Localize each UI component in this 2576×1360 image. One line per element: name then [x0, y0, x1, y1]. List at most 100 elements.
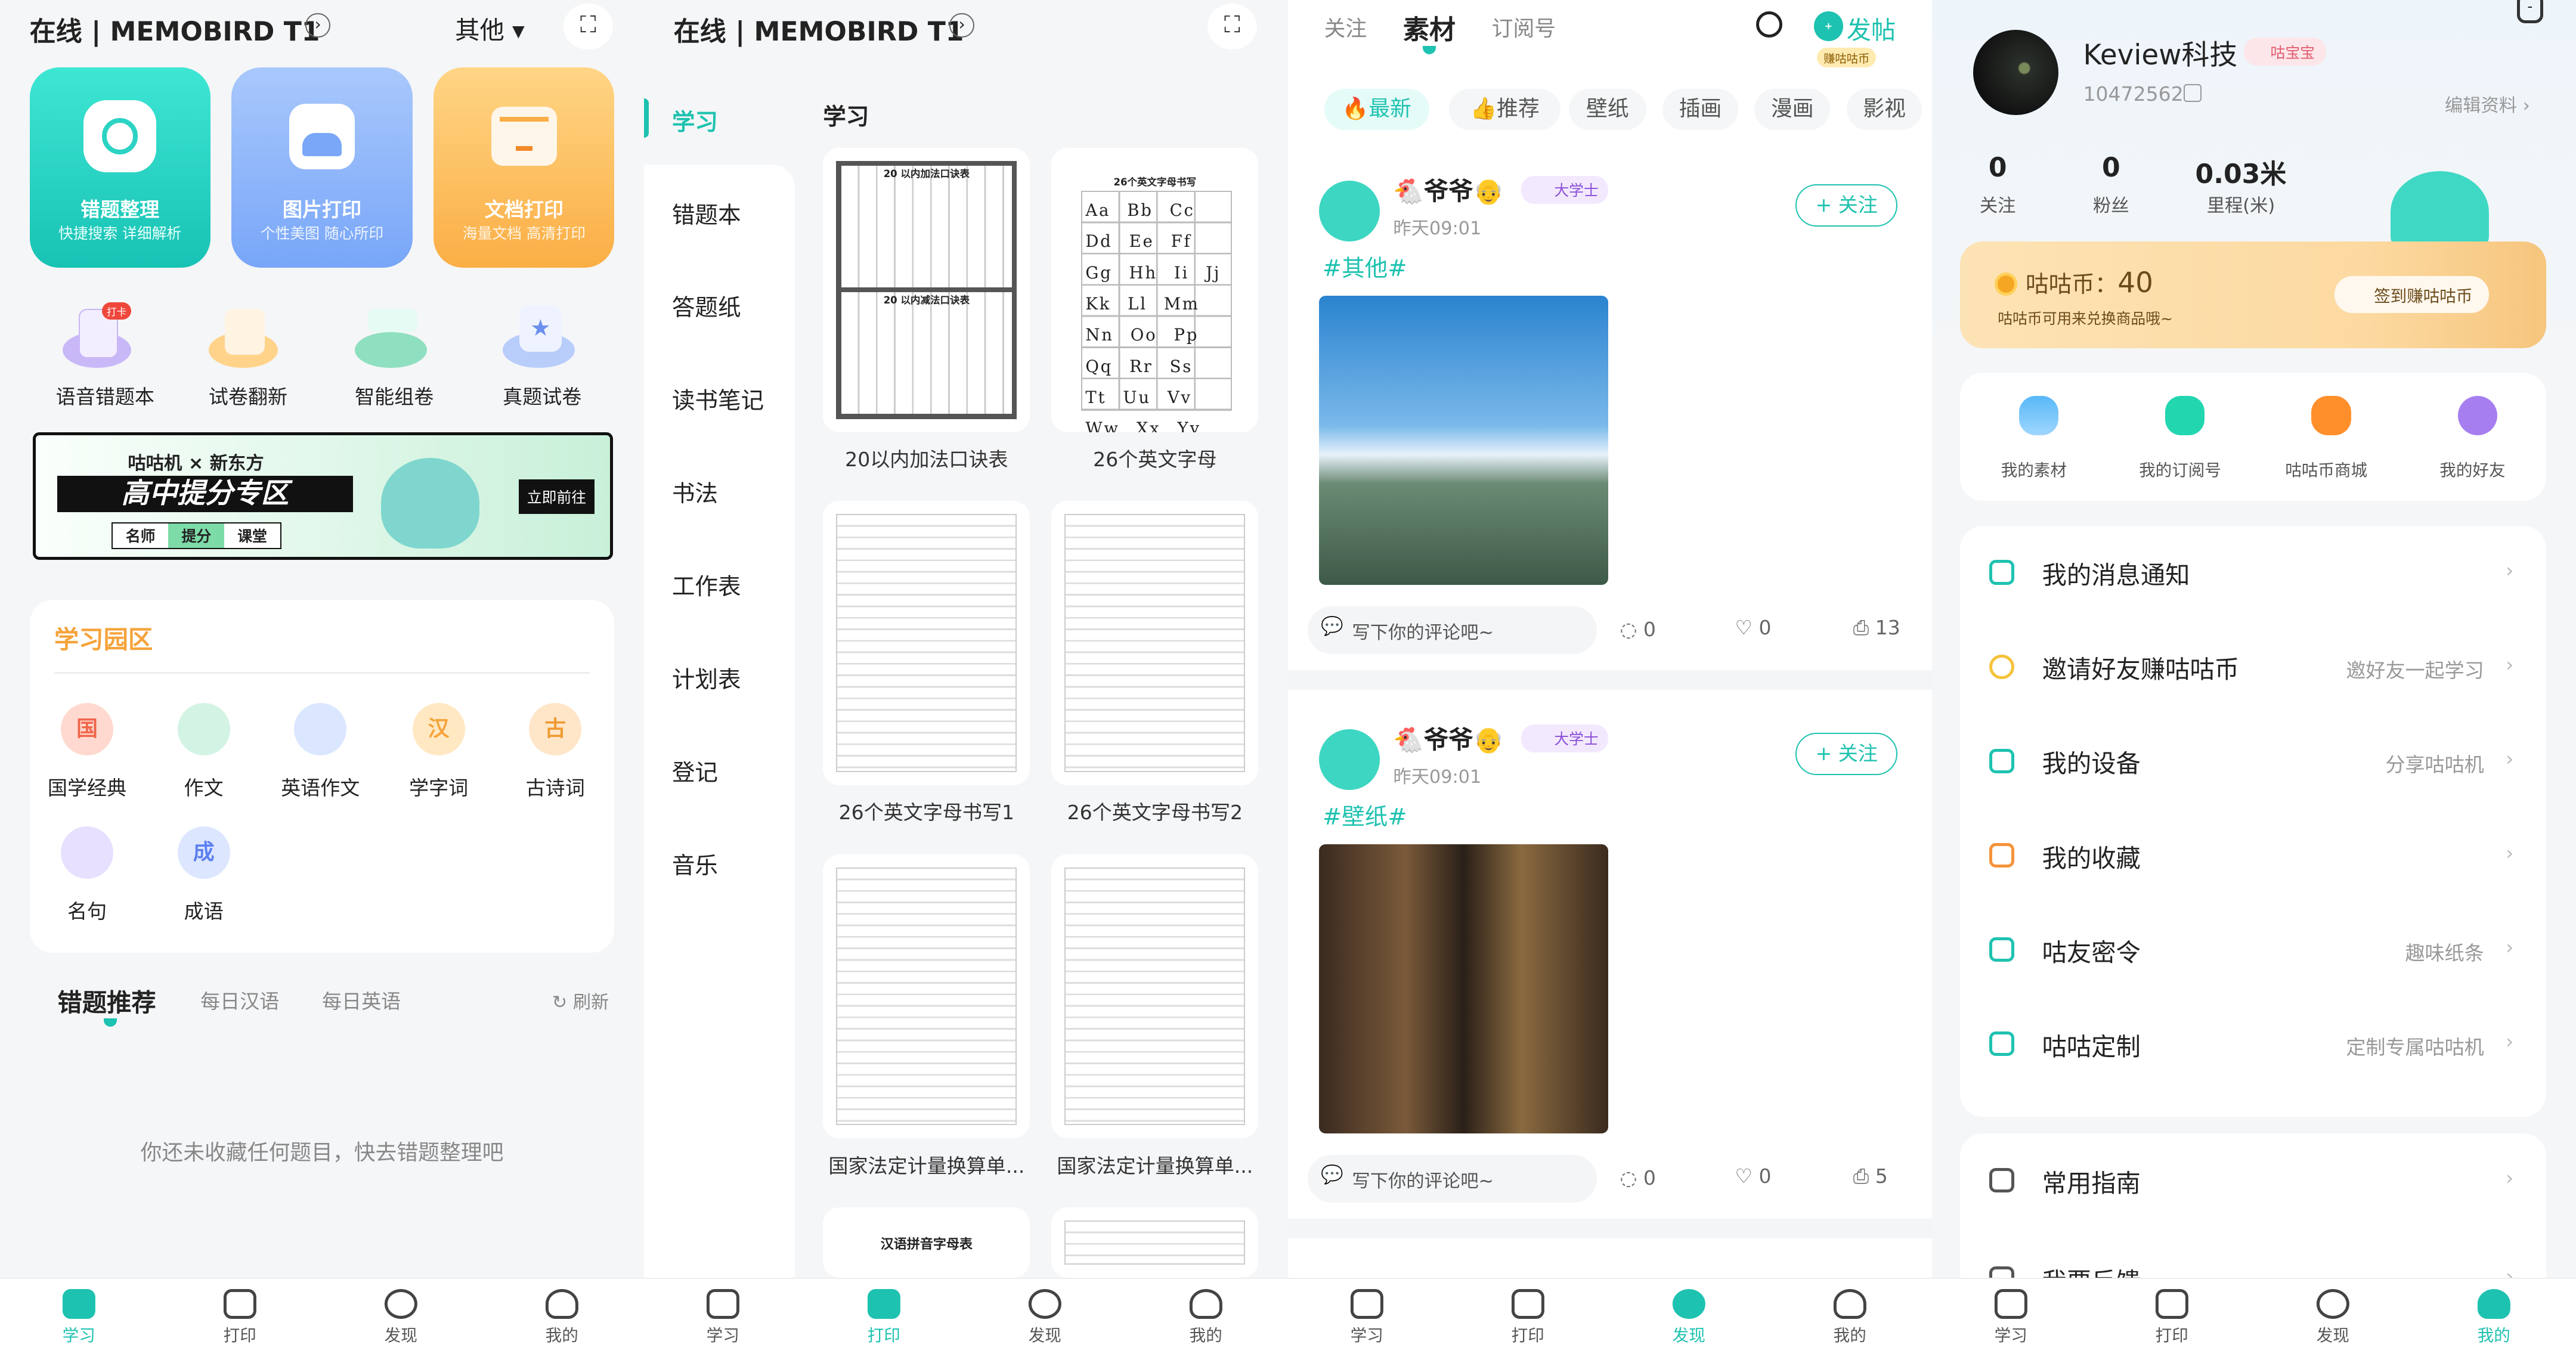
- copy-icon[interactable]: [2183, 83, 2202, 102]
- post-tag[interactable]: #其他#: [1323, 250, 1407, 283]
- menu-item[interactable]: 我的消息通知 ›: [1960, 526, 2547, 619]
- nav-study[interactable]: 学习: [690, 1288, 756, 1346]
- chevron-right-icon[interactable]: ›: [949, 13, 974, 38]
- category-item[interactable]: 工作表: [672, 568, 741, 602]
- menu-item[interactable]: 我的收藏 ›: [1960, 808, 2547, 902]
- post-tag[interactable]: #壁纸#: [1323, 798, 1407, 832]
- like-button[interactable]: ♡ 0: [1735, 1164, 1771, 1188]
- image-print-card[interactable]: 图片打印 个性美图 随心所印: [231, 67, 413, 268]
- worksheet-card[interactable]: 汉语拼音字母表: [823, 1207, 1030, 1278]
- worksheet-card[interactable]: [1051, 1207, 1259, 1278]
- category-item[interactable]: 读书笔记: [672, 382, 764, 416]
- print-count-button[interactable]: ⎙ 5: [1853, 1164, 1888, 1188]
- checkin-button[interactable]: 签到赚咕咕币: [2334, 275, 2489, 313]
- scan-icon[interactable]: ⛶: [1208, 3, 1257, 49]
- filter-chip[interactable]: 👍推荐: [1449, 88, 1561, 130]
- tab-material[interactable]: 素材: [1403, 8, 1456, 47]
- worksheet-title[interactable]: 国家法定计量换算单...: [823, 1150, 1030, 1179]
- tool-smart-paper[interactable]: 智能组卷: [345, 302, 444, 408]
- nav-discover[interactable]: 发现: [2300, 1288, 2366, 1346]
- mistake-card[interactable]: 错题整理 快捷搜索 详细解析: [29, 67, 210, 268]
- worksheet-card[interactable]: [1051, 501, 1259, 785]
- filter-chip[interactable]: 🔥最新: [1324, 88, 1429, 130]
- device-status[interactable]: 在线 | MEMOBIRD T1: [30, 10, 320, 48]
- garden-item[interactable]: 成 成语: [165, 826, 243, 925]
- tool-paper-renew[interactable]: 试卷翻新: [199, 302, 297, 408]
- post-button[interactable]: 发帖: [1847, 10, 1896, 46]
- menu-item[interactable]: 咕咕定制 定制专属咕咕机 ›: [1960, 997, 2547, 1091]
- avatar[interactable]: [1319, 181, 1380, 241]
- worksheet-card[interactable]: [823, 501, 1030, 785]
- menu-item[interactable]: 我要反馈 ›: [1960, 1232, 2547, 1278]
- edit-profile-link[interactable]: 编辑资料 ›: [2445, 91, 2530, 117]
- comments-button[interactable]: ◌ 0: [1620, 618, 1656, 641]
- category-item[interactable]: 学习: [672, 104, 718, 137]
- quick-link-my-material[interactable]: 我的素材: [2001, 457, 2067, 481]
- nav-study[interactable]: 学习: [1334, 1288, 1400, 1346]
- garden-item[interactable]: 作文: [165, 703, 243, 801]
- menu-item[interactable]: 咕友密令 趣味纸条 ›: [1960, 903, 2547, 996]
- refresh-button[interactable]: ↻ 刷新: [552, 987, 609, 1014]
- worksheet-title[interactable]: 26个英文字母书写1: [823, 797, 1030, 825]
- filter-chip[interactable]: 壁纸: [1569, 88, 1646, 130]
- garden-item[interactable]: 名句: [48, 826, 126, 925]
- tab-daily-english[interactable]: 每日英语: [322, 986, 401, 1014]
- worksheet-title[interactable]: 国家法定计量换算单...: [1051, 1150, 1258, 1179]
- worksheet-title[interactable]: 26个英文字母: [1051, 444, 1258, 472]
- worksheet-card[interactable]: [823, 854, 1030, 1139]
- follow-button[interactable]: + 关注: [1795, 184, 1898, 227]
- worksheet-card[interactable]: [1051, 854, 1259, 1139]
- worksheet-card[interactable]: 26个英文字母书写 Aa Bb Cc Dd Ee Ff Gg Hh Ii Jj K…: [1051, 147, 1259, 432]
- worksheet-title[interactable]: 20以内加法口诀表: [823, 444, 1030, 472]
- avatar[interactable]: [1319, 729, 1380, 791]
- nav-print[interactable]: 打印: [851, 1288, 917, 1346]
- earn-coins-badge[interactable]: 赚咕咕币: [1817, 47, 1877, 68]
- nav-study[interactable]: 学习: [1978, 1288, 2044, 1346]
- post-author[interactable]: 🐔爷爷👴: [1393, 171, 1504, 207]
- settings-icon[interactable]: -: [2516, 0, 2543, 23]
- document-print-card[interactable]: 文档打印 海量文档 高清打印: [434, 67, 615, 268]
- quick-link-coin-shop[interactable]: 咕咕币商城: [2285, 457, 2367, 481]
- chevron-right-icon[interactable]: ›: [305, 13, 330, 38]
- worksheet-title[interactable]: 26个英文字母书写2: [1051, 797, 1258, 825]
- category-item[interactable]: 书法: [672, 475, 718, 509]
- category-item[interactable]: 登记: [672, 754, 718, 788]
- nav-mine[interactable]: 我的: [529, 1288, 595, 1346]
- scan-icon[interactable]: ⛶: [564, 3, 613, 49]
- follow-button[interactable]: + 关注: [1795, 732, 1898, 776]
- filter-chip[interactable]: 插画: [1662, 88, 1738, 130]
- other-dropdown[interactable]: 其他 ▾: [455, 10, 525, 46]
- nav-print[interactable]: 打印: [1495, 1288, 1561, 1346]
- menu-item[interactable]: 邀请好友赚咕咕币 邀好友一起学习 ›: [1960, 620, 2547, 714]
- quick-link-my-subscriptions[interactable]: 我的订阅号: [2139, 457, 2221, 481]
- garden-item[interactable]: 国 国学经典: [48, 703, 126, 801]
- plus-icon[interactable]: +: [1813, 11, 1844, 41]
- tab-daily-chinese[interactable]: 每日汉语: [200, 986, 279, 1014]
- comment-input[interactable]: 💬 写下你的评论吧~: [1308, 606, 1597, 654]
- menu-item[interactable]: 我的设备 分享咕咕机 ›: [1960, 714, 2547, 808]
- follow-count[interactable]: 0: [1989, 153, 2007, 183]
- tab-subscriptions[interactable]: 订阅号: [1492, 11, 1556, 42]
- category-item[interactable]: 答题纸: [672, 289, 741, 323]
- print-count-button[interactable]: ⎙ 13: [1853, 616, 1900, 640]
- filter-chip[interactable]: 影视: [1846, 88, 1922, 130]
- nav-mine[interactable]: 我的: [1173, 1288, 1239, 1346]
- garden-item[interactable]: 汉 学字词: [399, 703, 478, 801]
- comment-input[interactable]: 💬 写下你的评论吧~: [1308, 1154, 1597, 1203]
- filter-chip[interactable]: 漫画: [1754, 88, 1831, 130]
- search-icon[interactable]: [1756, 11, 1783, 38]
- nav-print[interactable]: 打印: [2139, 1288, 2205, 1346]
- nav-study[interactable]: 学习: [46, 1288, 112, 1346]
- tab-follow[interactable]: 关注: [1324, 11, 1367, 42]
- garden-item[interactable]: 英语作文: [281, 703, 360, 801]
- tool-real-exams[interactable]: ★ 真题试卷: [493, 302, 592, 408]
- quick-link-my-friends[interactable]: 我的好友: [2439, 457, 2505, 481]
- comments-button[interactable]: ◌ 0: [1620, 1166, 1656, 1189]
- category-item[interactable]: 音乐: [672, 847, 718, 881]
- fans-count[interactable]: 0: [2102, 153, 2120, 183]
- promo-banner[interactable]: 咕咕机 × 新东方 高中提分专区 名师 提分 课堂 立即前往: [33, 432, 613, 560]
- post-author[interactable]: 🐔爷爷👴: [1393, 720, 1504, 755]
- nav-mine[interactable]: 我的: [2461, 1288, 2527, 1346]
- nav-mine[interactable]: 我的: [1817, 1288, 1883, 1346]
- garden-item[interactable]: 古 古诗词: [516, 703, 595, 801]
